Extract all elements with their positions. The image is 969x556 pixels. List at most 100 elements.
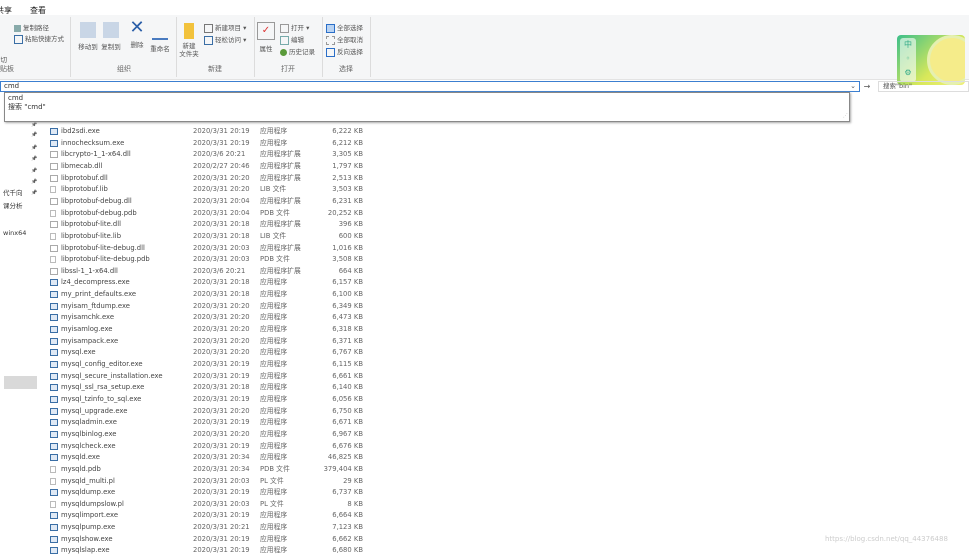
file-size: 8 KB: [347, 499, 363, 508]
file-row[interactable]: ibd2sdi.exe 2020/3/31 20:19 应用程序 6,222 KB: [0, 126, 400, 137]
file-row[interactable]: libprotobuf.dll 2020/3/31 20:20 应用程序扩展 2,51…: [0, 173, 400, 184]
file-date: 2020/3/31 20:18: [193, 231, 250, 240]
suggestion-item[interactable]: 搜索 "cmd": [8, 103, 846, 112]
file-size: 6,371 KB: [332, 336, 363, 345]
file-exe-icon: [50, 314, 58, 322]
file-row[interactable]: mysqlslap.exe 2020/3/31 20:19 应用程序 6,680 KB: [0, 545, 400, 556]
file-row[interactable]: libprotobuf-lite.dll 2020/3/31 20:18 应用程序扩…: [0, 219, 400, 230]
ime-toolbar[interactable]: 中 ◦ ⚙: [900, 38, 916, 82]
file-row[interactable]: mysqld_multi.pl 2020/3/31 20:03 PL 文件 29 KB: [0, 476, 400, 487]
file-row[interactable]: mysqldumpslow.pl 2020/3/31 20:03 PL 文件 8 KB: [0, 499, 400, 510]
invert-selection-button[interactable]: 反向选择: [326, 46, 363, 57]
file-name: mysql.exe: [61, 348, 96, 357]
move-to-button[interactable]: 移动到: [76, 22, 100, 51]
file-row[interactable]: mysqld.pdb 2020/3/31 20:34 PDB 文件 379,404 K…: [0, 464, 400, 475]
copy-path-button[interactable]: 复制路径: [14, 22, 49, 32]
file-type: PL 文件: [260, 499, 284, 508]
cut-button[interactable]: 剪切: [0, 54, 7, 64]
file-row[interactable]: libmecab.dll 2020/2/27 20:46 应用程序扩展 1,797 K…: [0, 161, 400, 172]
file-row[interactable]: mysqlcheck.exe 2020/3/31 20:19 应用程序 6,676 K…: [0, 441, 400, 452]
easy-access-button[interactable]: 轻松访问 ▾: [204, 34, 246, 45]
file-row[interactable]: mysqlshow.exe 2020/3/31 20:19 应用程序 6,662 KB: [0, 534, 400, 545]
copy-to-button[interactable]: 复制到: [99, 22, 123, 51]
file-row[interactable]: lz4_decompress.exe 2020/3/31 20:18 应用程序 6,1…: [0, 277, 400, 288]
new-item-button[interactable]: 新建项目 ▾: [204, 22, 246, 33]
ime-widget[interactable]: 中 ◦ ⚙: [897, 35, 965, 85]
file-type: 应用程序: [260, 301, 288, 310]
settings-icon[interactable]: ⚙: [904, 68, 911, 77]
file-row[interactable]: innochecksum.exe 2020/3/31 20:19 应用程序 6,212…: [0, 138, 400, 149]
file-size: 6,349 KB: [332, 301, 363, 310]
file-type: 应用程序: [260, 290, 288, 299]
ime-mode-label[interactable]: 中: [904, 40, 912, 49]
file-type: 应用程序: [260, 383, 288, 392]
file-row[interactable]: mysqld.exe 2020/3/31 20:34 应用程序 46,825 KB: [0, 452, 400, 463]
suggestion-item[interactable]: cmd: [8, 94, 846, 103]
file-exe-icon: [50, 361, 58, 368]
emoji-icon[interactable]: ◦: [906, 54, 911, 63]
select-all-button[interactable]: 全部选择: [326, 22, 363, 33]
file-row[interactable]: myisamchk.exe 2020/3/31 20:20 应用程序 6,473 KB: [0, 312, 400, 323]
file-row[interactable]: myisamlog.exe 2020/3/31 20:20 应用程序 6,318 KB: [0, 324, 400, 335]
file-row[interactable]: libprotobuf-debug.pdb 2020/3/31 20:04 PDB …: [0, 208, 400, 219]
organize-group: 移动到 复制到 ✕ 删除 重命名 组织: [72, 17, 177, 77]
file-type: 应用程序: [260, 325, 288, 334]
file-row[interactable]: mysql_tzinfo_to_sql.exe 2020/3/31 20:19 应用…: [0, 394, 400, 405]
go-arrow-icon[interactable]: →: [862, 81, 872, 92]
file-row[interactable]: mysql_config_editor.exe 2020/3/31 20:19 应用…: [0, 359, 400, 370]
file-type: 应用程序: [260, 546, 288, 555]
rename-button[interactable]: 重命名: [148, 22, 172, 53]
file-row[interactable]: libprotobuf-lite-debug.pdb 2020/3/31 20:0…: [0, 254, 400, 265]
file-row[interactable]: libssl-1_1-x64.dll 2020/3/6 20:21 应用程序扩展 66…: [0, 266, 400, 277]
file-size: 6,318 KB: [332, 325, 363, 334]
file-row[interactable]: my_print_defaults.exe 2020/3/31 20:18 应用程序…: [0, 289, 400, 300]
select-none-button[interactable]: 全部取消: [326, 34, 363, 45]
edit-button[interactable]: 编辑: [280, 34, 304, 45]
file-row[interactable]: mysqlimport.exe 2020/3/31 20:19 应用程序 6,664 …: [0, 510, 400, 521]
file-row[interactable]: mysql_secure_installation.exe 2020/3/31 2…: [0, 371, 400, 382]
history-button[interactable]: 历史记录: [280, 46, 315, 56]
file-row[interactable]: mysql.exe 2020/3/31 20:20 应用程序 6,767 KB: [0, 347, 400, 358]
file-name: mysqlshow.exe: [61, 534, 113, 543]
paste-shortcut-button[interactable]: 粘贴快捷方式: [14, 33, 64, 44]
file-row[interactable]: myisampack.exe 2020/3/31 20:20 应用程序 6,371 K…: [0, 336, 400, 347]
file-date: 2020/3/31 20:19: [193, 127, 250, 135]
file-name: libprotobuf-lite.lib: [61, 231, 122, 240]
file-size: 46,825 KB: [327, 453, 363, 462]
file-name: libcrypto-1_1-x64.dll: [61, 150, 131, 159]
new-folder-button[interactable]: 新建 文件夹: [177, 23, 201, 58]
file-exe-icon: [50, 302, 58, 310]
new-item-icon: [204, 23, 213, 33]
file-row[interactable]: mysqldump.exe 2020/3/31 20:19 应用程序 6,737 KB: [0, 487, 400, 498]
file-name: mysqlimport.exe: [61, 511, 119, 520]
file-name: mysqld.pdb: [61, 464, 101, 473]
file-type: LIB 文件: [260, 185, 287, 194]
clipboard-label: 贴板: [0, 65, 14, 73]
file-row[interactable]: myisam_ftdump.exe 2020/3/31 20:20 应用程序 6,34…: [0, 301, 400, 312]
file-size: 6,676 KB: [332, 441, 363, 450]
file-type: 应用程序扩展: [260, 150, 301, 159]
file-row[interactable]: libcrypto-1_1-x64.dll 2020/3/6 20:21 应用程序扩…: [0, 149, 400, 160]
file-row[interactable]: mysqlpump.exe 2020/3/31 20:21 应用程序 7,123 KB: [0, 522, 400, 533]
file-date: 2020/3/31 20:19: [193, 138, 250, 147]
file-row[interactable]: mysqlbinlog.exe 2020/3/31 20:20 应用程序 6,967 …: [0, 429, 400, 440]
file-type: 应用程序: [260, 371, 288, 380]
file-row[interactable]: libprotobuf-debug.dll 2020/3/31 20:04 应用程序…: [0, 196, 400, 207]
file-row[interactable]: mysql_ssl_rsa_setup.exe 2020/3/31 20:18 应用…: [0, 382, 400, 393]
file-type: PDB 文件: [260, 255, 290, 264]
file-row[interactable]: libprotobuf-lite-debug.dll 2020/3/31 20:0…: [0, 243, 400, 254]
search-input[interactable]: 搜索"bin": [878, 81, 969, 92]
open-button[interactable]: 打开 ▾: [280, 22, 309, 33]
chevron-down-icon[interactable]: ⌄: [850, 82, 856, 91]
file-row[interactable]: mysql_upgrade.exe 2020/3/31 20:20 应用程序 6,75…: [0, 406, 400, 417]
delete-icon: ✕: [129, 17, 145, 38]
properties-button[interactable]: ✓ 属性: [254, 22, 278, 53]
file-dll-icon: [50, 221, 58, 229]
file-row[interactable]: mysqladmin.exe 2020/3/31 20:19 应用程序 6,671 K…: [0, 417, 400, 428]
delete-button[interactable]: ✕ 删除: [125, 17, 149, 50]
history-icon: [280, 48, 287, 56]
file-row[interactable]: libprotobuf.lib 2020/3/31 20:20 LIB 文件 3,50…: [0, 184, 400, 195]
file-row[interactable]: libprotobuf-lite.lib 2020/3/31 20:18 LIB 文…: [0, 231, 400, 242]
address-bar[interactable]: cmd ⌄: [0, 81, 860, 92]
resize-grip-icon[interactable]: ⋰: [843, 112, 848, 121]
